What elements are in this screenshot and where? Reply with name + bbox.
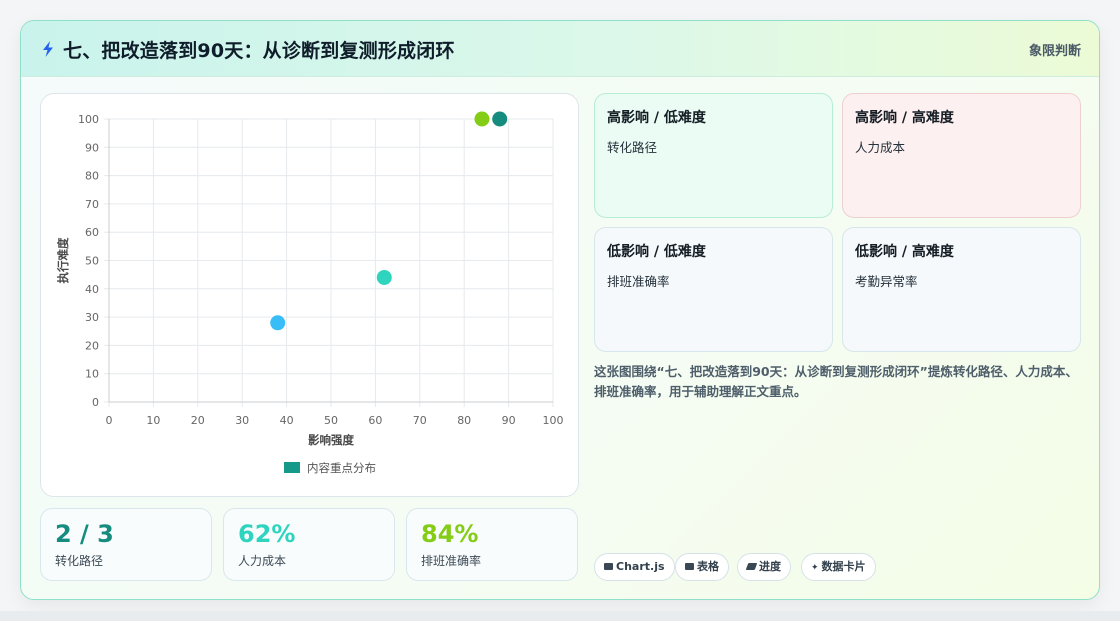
lightning-icon	[43, 41, 53, 57]
x-tick-label: 40	[280, 414, 294, 427]
quadrant-title: 高影响 / 高难度	[855, 110, 954, 126]
scatter-point	[492, 111, 508, 127]
summary-text: 这张图围绕“七、把改造落到90天：从诊断到复测形成闭环”提炼转化路径、人力成本、…	[594, 364, 1078, 399]
bottom-strip	[0, 611, 1120, 621]
y-tick-label: 40	[85, 283, 99, 296]
kpi-value: 62%	[238, 520, 296, 548]
x-tick-label: 50	[324, 414, 338, 427]
kpi-card-conversion: 2 / 3 转化路径	[40, 508, 212, 581]
y-tick-label: 20	[85, 339, 99, 352]
panel-header: 七、把改造落到90天：从诊断到复测形成闭环 象限判断	[21, 21, 1099, 77]
x-tick-label: 20	[191, 414, 205, 427]
y-tick-label: 80	[85, 170, 99, 183]
kpi-card-labor-cost: 62% 人力成本	[223, 508, 395, 581]
y-tick-label: 60	[85, 226, 99, 239]
x-tick-label: 60	[368, 414, 382, 427]
quadrant-item: 考勤异常率	[855, 274, 918, 289]
x-tick-label: 0	[106, 414, 113, 427]
tag-label: Chart.js	[616, 560, 665, 573]
kpi-value: 84%	[421, 520, 479, 548]
scatter-point	[474, 111, 490, 127]
kpi-value: 2 / 3	[55, 520, 114, 548]
quadrant-low-impact-low-difficulty: 低影响 / 低难度 排班准确率	[594, 227, 833, 352]
quadrant-low-impact-high-difficulty: 低影响 / 高难度 考勤异常率	[842, 227, 1081, 352]
y-tick-label: 70	[85, 198, 99, 211]
x-tick-label: 90	[502, 414, 516, 427]
y-tick-label: 10	[85, 368, 99, 381]
legend-label: 内容重点分布	[307, 461, 376, 475]
y-tick-label: 0	[92, 396, 99, 409]
quadrant-title: 高影响 / 低难度	[607, 110, 706, 126]
kpi-label: 转化路径	[55, 554, 104, 568]
x-tick-label: 80	[457, 414, 471, 427]
header-tag: 象限判断	[1028, 44, 1081, 59]
tag-data-card[interactable]: ✦ 数据卡片	[801, 553, 876, 581]
quadrant-title: 低影响 / 高难度	[855, 244, 954, 260]
quadrant-item: 排班准确率	[607, 274, 670, 289]
kpi-card-schedule-accuracy: 84% 排班准确率	[406, 508, 578, 581]
legend-swatch	[284, 462, 300, 473]
x-tick-label: 100	[543, 414, 564, 427]
quadrant-item: 转化路径	[607, 140, 658, 155]
sparkle-icon: ✦	[811, 563, 819, 573]
tag-label: 进度	[759, 560, 781, 573]
scatter-point	[270, 315, 286, 331]
tag-chartjs[interactable]: Chart.js	[594, 553, 675, 581]
quadrant-high-impact-high-difficulty: 高影响 / 高难度 人力成本	[842, 93, 1081, 218]
progress-icon	[745, 563, 758, 570]
x-axis-title: 影响强度	[308, 433, 354, 447]
quadrant-high-impact-low-difficulty: 高影响 / 低难度 转化路径	[594, 93, 833, 218]
y-tick-label: 50	[85, 255, 99, 268]
kpi-label: 人力成本	[238, 554, 287, 568]
y-tick-label: 90	[85, 141, 99, 154]
panel-card: 七、把改造落到90天：从诊断到复测形成闭环 象限判断 0 10 20 30 40 50 60…	[20, 20, 1100, 600]
y-tick-label: 30	[85, 311, 99, 324]
page-title: 七、把改造落到90天：从诊断到复测形成闭环	[63, 40, 455, 62]
y-tick-label: 100	[78, 113, 99, 126]
tag-table[interactable]: 表格	[675, 553, 729, 581]
tag-progress[interactable]: 进度	[737, 553, 791, 581]
x-tick-label: 30	[235, 414, 249, 427]
quadrant-item: 人力成本	[855, 140, 906, 155]
scatter-chart: 0 10 20 30 40 50 60 70 80 90 100 0 10 20 30 40 50 60 70 80 9…	[56, 111, 564, 475]
quadrant-title: 低影响 / 低难度	[607, 244, 706, 260]
y-axis-title: 执行难度	[56, 237, 70, 283]
x-tick-label: 70	[413, 414, 427, 427]
scatter-chart-panel: 0 10 20 30 40 50 60 70 80 90 100 0 10 20 30 40 50 60 70 80 9…	[40, 93, 579, 497]
chart-icon	[604, 563, 613, 570]
tag-label: 数据卡片	[821, 560, 866, 573]
kpi-label: 排班准确率	[421, 554, 482, 568]
table-icon	[685, 563, 694, 570]
x-tick-label: 10	[146, 414, 160, 427]
tag-label: 表格	[697, 560, 719, 573]
scatter-point	[376, 269, 392, 285]
